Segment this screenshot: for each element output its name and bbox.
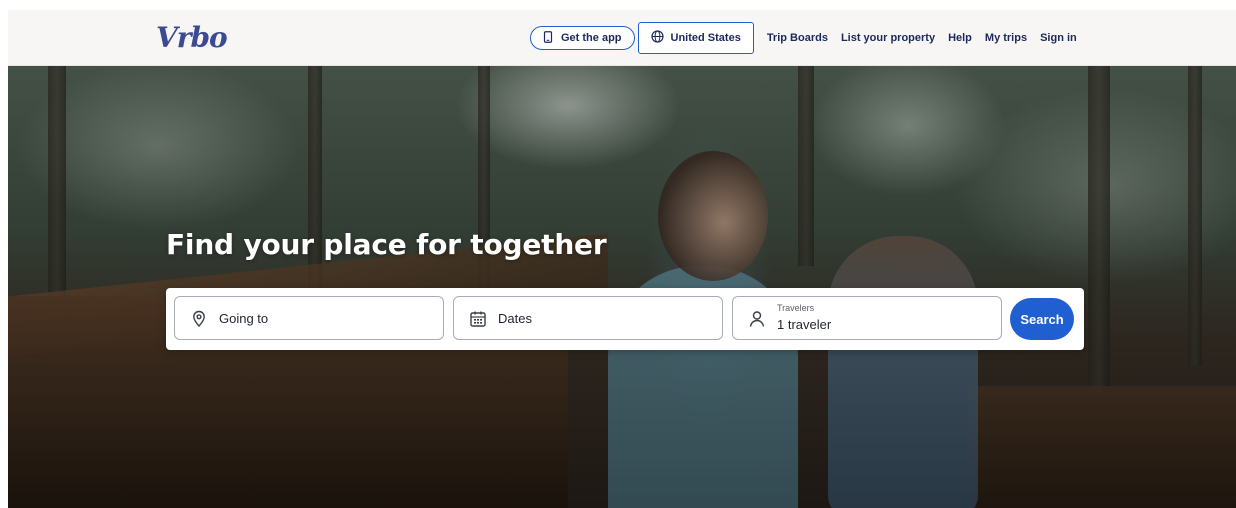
page: Vrbo Get the app United States Trip Boar… [0, 0, 1236, 508]
trip-boards-link[interactable]: Trip Boards [767, 32, 828, 44]
destination-input[interactable]: Going to [174, 296, 444, 340]
calendar-icon [468, 309, 488, 329]
get-the-app-button[interactable]: Get the app [530, 26, 635, 50]
globe-icon [650, 30, 664, 46]
hero-overlay [8, 66, 1236, 508]
get-the-app-label: Get the app [561, 32, 622, 44]
sign-in-link[interactable]: Sign in [1040, 32, 1077, 44]
phone-icon [543, 30, 553, 46]
top-header: Vrbo Get the app United States Trip Boar… [8, 10, 1236, 66]
country-label: United States [670, 32, 741, 44]
dates-input[interactable]: Dates [453, 296, 723, 340]
header-nav: Get the app United States Trip Boards Li… [522, 21, 1077, 55]
dates-placeholder: Dates [498, 310, 532, 326]
person-icon [747, 309, 767, 329]
search-button[interactable]: Search [1010, 298, 1074, 340]
list-your-property-link[interactable]: List your property [841, 32, 935, 44]
travelers-input[interactable]: Travelers 1 traveler [732, 296, 1002, 340]
location-pin-icon [189, 309, 209, 329]
hero-headline: Find your place for together [166, 228, 607, 261]
destination-placeholder: Going to [219, 310, 269, 326]
travelers-value: 1 traveler [777, 317, 832, 332]
travelers-label: Travelers [777, 303, 815, 313]
hero-banner: Find your place for together Going to Da… [8, 66, 1236, 508]
country-selector-button[interactable]: United States [637, 22, 754, 54]
vrbo-logo[interactable]: Vrbo [156, 21, 228, 54]
help-link[interactable]: Help [948, 32, 972, 44]
search-bar: Going to Dates Travelers 1 traveler Sear… [166, 288, 1084, 350]
my-trips-link[interactable]: My trips [985, 32, 1027, 44]
